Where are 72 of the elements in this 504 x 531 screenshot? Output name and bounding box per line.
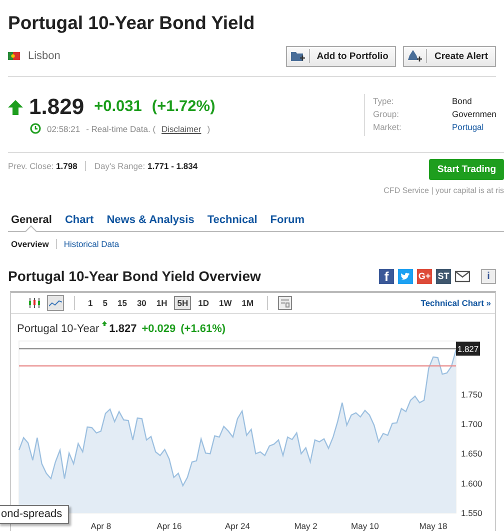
info-icon[interactable]: i [481,268,496,284]
x-axis-label: May 18 [419,521,448,531]
risk-note: CFD Service | your capital is at ris [384,186,504,195]
price-tag: 1.827 [456,342,480,356]
interval-button[interactable]: 5 [100,296,110,310]
info-label: Type: [373,96,395,108]
interval-button[interactable]: 1H [153,296,170,310]
clock-icon [30,123,41,134]
up-arrow-icon [8,100,23,114]
chart-change: +0.029 [142,323,176,335]
x-axis-label: Apr 24 [224,521,250,531]
info-label: Group: [373,109,400,121]
nav-tab[interactable]: General [11,213,52,236]
layout-icon[interactable] [278,296,292,310]
y-axis-label: 1.750 [461,389,482,400]
page-title: Portugal 10-Year Bond Yield [8,11,256,35]
info-value: Governmen [452,109,498,121]
nav-tab[interactable]: Chart [64,213,94,236]
line-chart-icon[interactable] [49,298,62,308]
section-heading: Portugal 10-Year Bond Yield Overview [8,268,261,284]
interval-button[interactable]: 15 [114,296,130,310]
email-icon[interactable] [455,268,470,284]
flag-icon [8,52,20,60]
chart-symbol: Portugal 10-Year [17,323,100,335]
y-axis-label: 1.550 [461,508,482,518]
interval-button[interactable]: 1 [85,296,96,310]
price-change: +0.031 [94,98,142,116]
interval-button[interactable]: 30 [134,296,150,310]
add-button[interactable]: Add to Portfolio [286,46,396,66]
percent-change: (+1.72%) [152,98,216,116]
interval-button[interactable]: 1M [238,296,257,310]
y-axis-label: 1.600 [461,478,482,488]
stat-label: Day's Range: [94,161,146,171]
stat-value: 1.771 - 1.834 [147,161,198,171]
up-arrow-icon [102,321,108,326]
google-plus-icon[interactable]: G+ [417,268,432,284]
candlestick-icon[interactable] [28,298,41,308]
stat-label: Prev. Close: [8,161,54,171]
disclaimer-link[interactable]: Disclaimer [162,124,202,134]
stat-value: 1.798 [56,161,78,171]
sub-tab[interactable]: Overview [11,239,56,249]
nav-tab[interactable]: Forum [270,213,305,236]
nav-tab[interactable]: News & Analysis [106,213,194,236]
x-axis-label: May 10 [351,521,379,531]
stocktwits-icon[interactable]: ST [436,268,451,284]
sub-tab[interactable]: Historical Data [56,239,126,249]
interval-button[interactable]: 5H [174,296,192,310]
chart-last-price: 1.827 [109,323,137,335]
facebook-icon[interactable]: f [379,268,394,284]
x-axis-label: Apr 8 [90,521,112,531]
technical-chart-link[interactable]: Technical Chart » [420,298,491,308]
add-button[interactable]: Create Alert [403,46,496,66]
nav-tab[interactable]: Technical [207,213,258,236]
chart-percent-change: (+1.61%) [180,323,226,335]
location-label: Lisbon [28,50,60,62]
data-note: ) [207,124,210,134]
interval-button[interactable]: 1D [195,296,212,310]
data-note: - Real-time Data. ( [86,124,156,134]
last-price: 1.829 [29,94,84,120]
y-axis-label: 1.650 [461,448,482,459]
start-trading-button[interactable]: Start Trading [429,159,504,180]
twitter-icon[interactable] [398,268,413,284]
ref-line-label: 1.827 [457,344,479,354]
info-link[interactable]: Portugal [452,122,504,134]
info-value: Bond [452,96,473,108]
update-time: 02:58:21 [47,124,80,134]
y-axis-label: 1.700 [461,419,482,430]
info-label: Market: [373,122,402,134]
interval-button[interactable]: 1W [216,296,235,310]
x-axis-label: May 2 [294,521,318,531]
x-axis-label: Apr 16 [156,521,182,531]
tooltip: ond-spreads [0,505,70,524]
